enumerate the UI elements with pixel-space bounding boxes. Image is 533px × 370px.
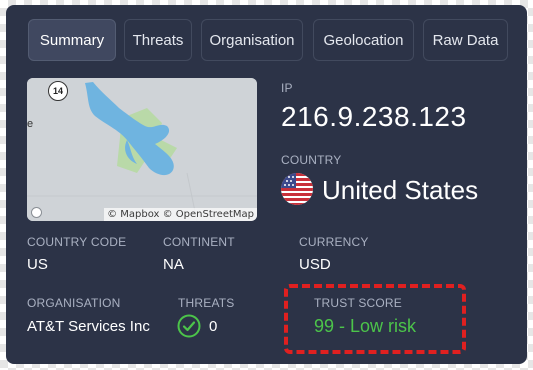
- currency-label: CURRENCY: [299, 235, 369, 249]
- country-value: United States: [322, 175, 479, 205]
- tab-raw-data[interactable]: Raw Data: [423, 19, 508, 61]
- mapbox-logo-icon: [31, 207, 42, 218]
- country-code-label: COUNTRY CODE: [27, 235, 127, 249]
- ip-label: IP: [281, 81, 293, 95]
- tab-summary[interactable]: Summary: [28, 19, 116, 61]
- currency-value: USD: [299, 256, 331, 273]
- us-flag-icon: [281, 173, 313, 205]
- route-shield: 14: [48, 81, 68, 101]
- country-code-value: US: [27, 256, 48, 273]
- tab-threats[interactable]: Threats: [124, 19, 192, 61]
- country-label: COUNTRY: [281, 153, 342, 167]
- trust-score-highlight-box: [284, 284, 466, 354]
- threats-label: THREATS: [178, 296, 235, 310]
- map-attribution[interactable]: © Mapbox © OpenStreetMap: [104, 208, 257, 221]
- tab-geolocation[interactable]: Geolocation: [313, 19, 414, 61]
- map-edge-label: e: [27, 118, 34, 130]
- organisation-value: AT&T Services Inc: [27, 318, 150, 335]
- threats-value: 0: [209, 318, 218, 335]
- tab-organisation[interactable]: Organisation: [201, 19, 303, 61]
- check-circle-icon: [177, 314, 201, 338]
- location-map[interactable]: 14 e © Mapbox © OpenStreetMap: [27, 78, 257, 221]
- organisation-label: ORGANISATION: [27, 296, 121, 310]
- continent-value: NA: [163, 256, 184, 273]
- continent-label: CONTINENT: [163, 235, 235, 249]
- ip-value: 216.9.238.123: [281, 101, 467, 132]
